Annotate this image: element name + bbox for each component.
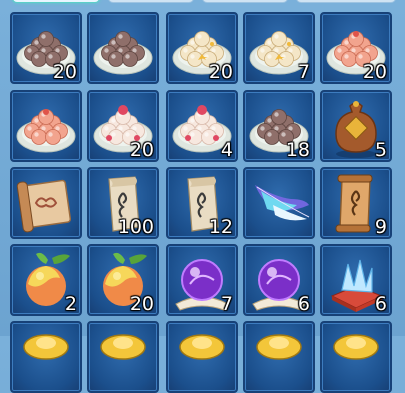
item-count: 9 (374, 216, 387, 238)
inventory-slot[interactable]: 20 (87, 244, 159, 316)
inventory-slot[interactable] (10, 321, 82, 393)
inventory-tab-4[interactable] (296, 0, 396, 3)
inventory-slot[interactable] (243, 167, 315, 239)
inventory-slot[interactable]: 6 (320, 244, 392, 316)
inventory-slot[interactable]: 6 (243, 244, 315, 316)
inventory-slot[interactable] (87, 321, 159, 393)
inventory-slot[interactable] (320, 321, 392, 393)
inventory-tabs (0, 0, 405, 4)
item-count: 20 (208, 61, 233, 83)
item-count: 12 (208, 216, 233, 238)
inventory-slot[interactable]: 12 (166, 167, 238, 239)
inventory-slot[interactable]: 9 (320, 167, 392, 239)
item-count: 6 (297, 293, 310, 315)
item-count: 18 (285, 139, 310, 161)
inventory-slot[interactable]: 20 (87, 90, 159, 162)
inventory-slot[interactable] (10, 167, 82, 239)
item-count: 7 (220, 293, 233, 315)
item-count: 20 (52, 61, 77, 83)
inventory-slot[interactable] (243, 321, 315, 393)
inventory-grid: 20 20 7 20 20 4 18 5 100 12 9 2 20 7 6 6 (10, 12, 405, 393)
inventory-slot[interactable] (87, 12, 159, 84)
inventory-slot[interactable]: 7 (166, 244, 238, 316)
inventory-tab-1[interactable] (12, 0, 100, 3)
inventory-slot[interactable] (10, 90, 82, 162)
inventory-slot[interactable]: 5 (320, 90, 392, 162)
inventory-slot[interactable] (166, 321, 238, 393)
item-count: 2 (64, 293, 77, 315)
inventory-slot[interactable]: 20 (166, 12, 238, 84)
inventory-slot[interactable]: 18 (243, 90, 315, 162)
item-count: 7 (297, 61, 310, 83)
item-count: 20 (362, 61, 387, 83)
inventory-slot[interactable]: 20 (10, 12, 82, 84)
inventory-slot[interactable]: 4 (166, 90, 238, 162)
item-count: 5 (374, 139, 387, 161)
inventory-slot[interactable]: 2 (10, 244, 82, 316)
inventory-tab-2[interactable] (108, 0, 194, 3)
item-count: 20 (129, 139, 154, 161)
inventory-slot[interactable]: 7 (243, 12, 315, 84)
inventory-slot[interactable]: 20 (320, 12, 392, 84)
inventory-slot[interactable]: 100 (87, 167, 159, 239)
item-count: 4 (220, 139, 233, 161)
inventory-tab-3[interactable] (202, 0, 288, 3)
item-count: 100 (117, 216, 154, 238)
item-count: 20 (129, 293, 154, 315)
item-count: 6 (374, 293, 387, 315)
